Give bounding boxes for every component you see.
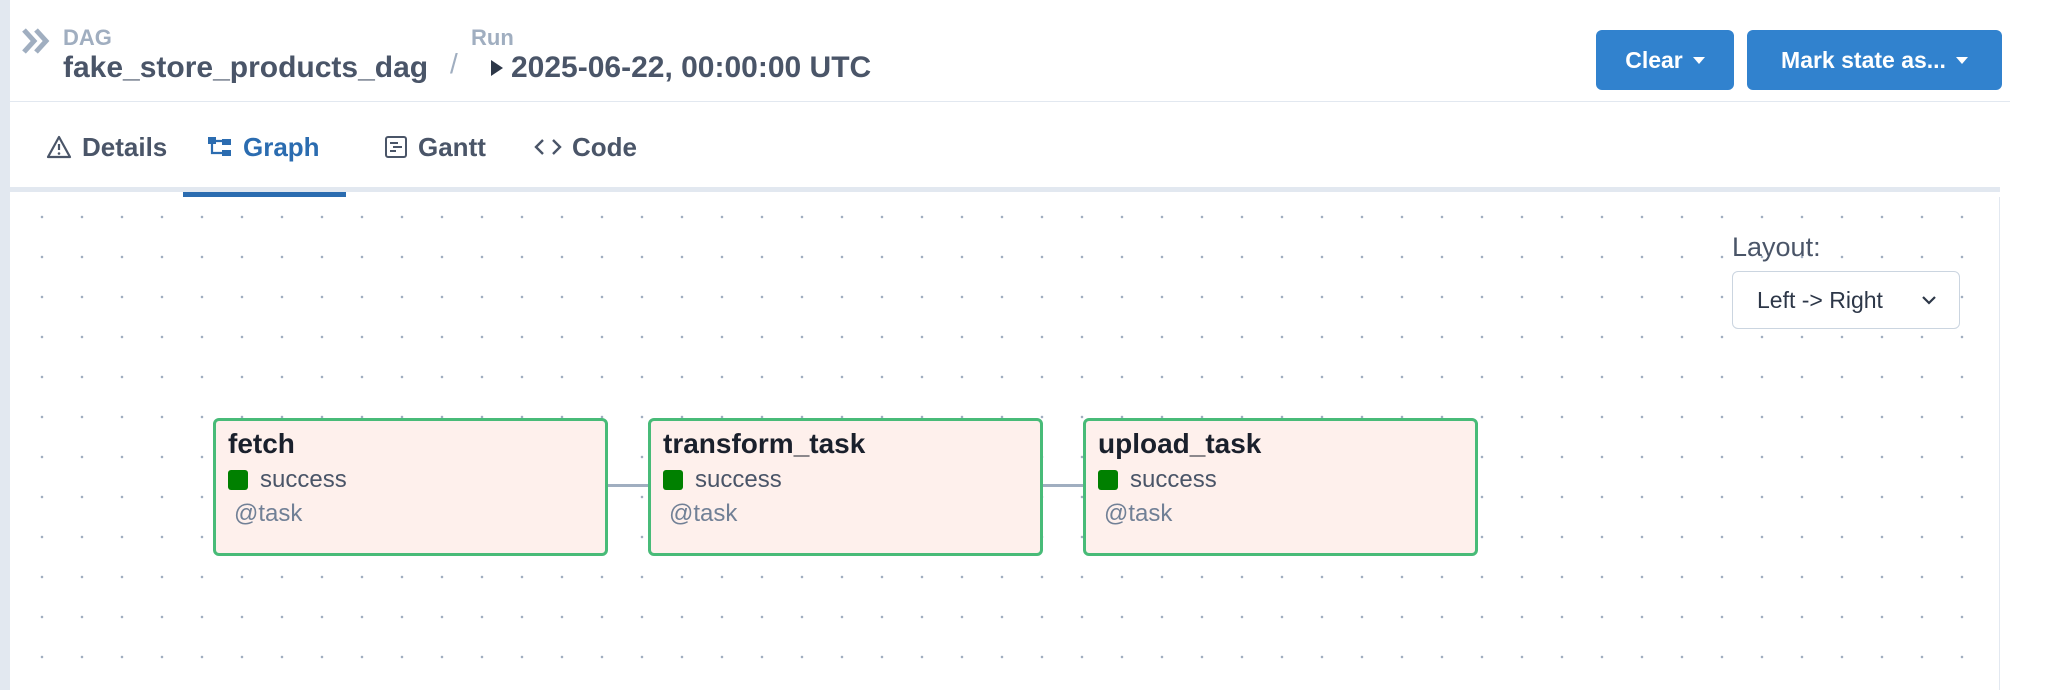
edge-transform-upload (1041, 484, 1083, 487)
tab-details-label: Details (82, 131, 168, 162)
page-header: DAG fake_store_products_dag / Run 2025-0… (10, 0, 2010, 102)
tab-gantt[interactable]: Gantt (360, 102, 510, 192)
double-chevron-right-icon[interactable] (20, 26, 54, 56)
left-nav-strip (0, 0, 10, 690)
tab-gantt-label: Gantt (418, 131, 486, 162)
warning-triangle-icon (46, 135, 72, 159)
tab-code[interactable]: Code (510, 102, 661, 192)
task-node-type: @task (669, 500, 738, 527)
task-node-state: success (695, 466, 782, 493)
tab-graph-label: Graph (243, 131, 320, 162)
layout-label: Layout: (1732, 232, 1821, 262)
success-state-icon (663, 470, 683, 490)
success-state-icon (228, 470, 248, 490)
breadcrumb-dag-name[interactable]: fake_store_products_dag (63, 50, 428, 86)
clear-button[interactable]: Clear (1596, 30, 1734, 90)
layout-control: Layout: Left -> Right (1732, 232, 1972, 329)
task-node-name: transform_task (663, 428, 866, 459)
breadcrumb-dag-label: DAG (63, 25, 112, 50)
task-node-state: success (1130, 466, 1217, 493)
caret-down-icon (1955, 56, 1968, 64)
breadcrumb-run-value[interactable]: 2025-06-22, 00:00:00 UTC (511, 50, 871, 86)
layout-select[interactable]: Left -> Right (1732, 271, 1960, 329)
breadcrumb-run-label: Run (471, 25, 514, 50)
caret-down-icon (1692, 56, 1705, 64)
code-icon (534, 139, 562, 155)
play-icon (491, 60, 503, 76)
task-node-name: fetch (228, 428, 295, 459)
layout-select-value: Left -> Right (1757, 286, 1883, 313)
chevron-down-icon (1922, 296, 1936, 305)
task-node-type: @task (1104, 500, 1173, 527)
edge-fetch-transform (606, 484, 648, 487)
breadcrumb-dag[interactable]: DAG fake_store_products_dag (63, 26, 428, 86)
task-node-fetch[interactable]: fetch success @task (213, 418, 608, 556)
graph-canvas[interactable]: Layout: Left -> Right fetch success @tas… (10, 197, 2000, 690)
clear-button-label: Clear (1625, 46, 1683, 73)
task-node-type: @task (234, 500, 303, 527)
tab-code-label: Code (572, 131, 637, 162)
task-node-state: success (260, 466, 347, 493)
task-node-transform-task[interactable]: transform_task success @task (648, 418, 1043, 556)
mark-state-button[interactable]: Mark state as... (1747, 30, 2002, 90)
gantt-icon (385, 136, 407, 158)
mark-state-button-label: Mark state as... (1781, 46, 1946, 73)
task-node-upload-task[interactable]: upload_task success @task (1083, 418, 1478, 556)
success-state-icon (1098, 470, 1118, 490)
graph-icon (208, 137, 231, 156)
tab-details[interactable]: Details (22, 102, 191, 192)
tab-bar: Details Graph Gantt Code (10, 102, 2000, 197)
breadcrumb-run[interactable]: Run 2025-06-22, 00:00:00 UTC (471, 26, 871, 86)
task-node-name: upload_task (1098, 428, 1262, 459)
tab-graph[interactable]: Graph (183, 102, 346, 197)
breadcrumb-separator: / (450, 48, 458, 79)
